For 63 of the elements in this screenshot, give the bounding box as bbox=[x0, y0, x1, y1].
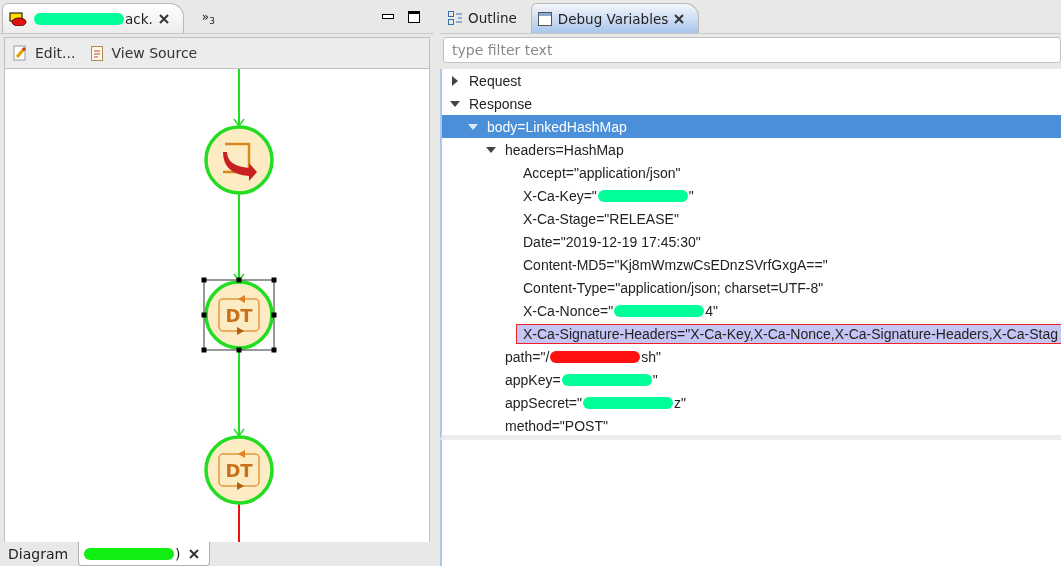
tree-row[interactable]: method="POST" bbox=[442, 414, 1061, 435]
maximize-icon[interactable] bbox=[408, 10, 420, 23]
edit-button[interactable]: Edit... bbox=[11, 43, 78, 63]
tree-row[interactable]: Accept="application/json" bbox=[442, 161, 1061, 184]
variable-text: path="/ bbox=[505, 348, 550, 365]
close-icon[interactable] bbox=[188, 548, 199, 559]
variable-text: Request bbox=[469, 72, 522, 89]
variable-text: X-Ca-Stage="RELEASE" bbox=[523, 210, 679, 227]
tree-row[interactable]: path="/ sh" bbox=[442, 345, 1061, 368]
filter-field[interactable]: type filter text bbox=[443, 37, 1061, 63]
connector-arrow bbox=[233, 69, 245, 128]
tree-row[interactable]: headers=HashMap bbox=[442, 138, 1061, 161]
tree-row[interactable]: Content-MD5="Kj8mWmzwCsEDnzSVrfGxgA==" bbox=[442, 253, 1061, 276]
variable-text: " bbox=[688, 187, 694, 204]
tree-row[interactable]: X-Ca-Key=" " bbox=[442, 184, 1061, 207]
collapse-arrow-icon[interactable] bbox=[450, 98, 460, 109]
pencil-page-icon bbox=[13, 45, 27, 61]
tab-title: ack. bbox=[125, 10, 153, 27]
variable-text: Date="2019-12-19 17:45:30" bbox=[523, 233, 701, 250]
view-source-button[interactable]: View Source bbox=[89, 43, 200, 63]
tab-label: Outline bbox=[468, 10, 517, 26]
variable-text: body=LinkedHashMap bbox=[487, 118, 627, 135]
diagram-tab[interactable]: ) bbox=[78, 542, 210, 566]
variable-text: headers=HashMap bbox=[505, 141, 624, 158]
tree-row[interactable]: Content-Type="application/json; charset=UTF-8" bbox=[442, 276, 1061, 299]
variable-text: X-Ca-Nonce=" bbox=[523, 302, 614, 319]
outline-icon bbox=[448, 11, 462, 25]
window-icon bbox=[537, 11, 552, 26]
variable-text: " bbox=[652, 371, 658, 388]
collapse-arrow-icon[interactable] bbox=[486, 144, 496, 155]
tab-title: ) bbox=[175, 545, 181, 562]
variable-text: Accept="application/json" bbox=[523, 164, 681, 181]
tab-title: Diagram bbox=[8, 546, 69, 562]
variable-text: X-Ca-Signature-Headers="X-Ca-Key,X-Ca-Nonce,X-Ca-Signature-Headers,X-Ca-Stag bbox=[523, 325, 1058, 342]
variable-text: sh" bbox=[641, 348, 662, 365]
tree-row[interactable]: appSecret=" z" bbox=[442, 391, 1061, 414]
tree-row[interactable]: Date="2019-12-19 17:45:30" bbox=[442, 230, 1061, 253]
close-icon[interactable] bbox=[158, 13, 169, 24]
tree-row[interactable]: Request bbox=[442, 69, 1061, 92]
tab-label: Debug Variables bbox=[557, 10, 669, 27]
variable-text: Content-Type="application/json; charset=UTF-8" bbox=[523, 279, 824, 296]
variable-text: method="POST" bbox=[505, 417, 608, 434]
close-icon[interactable] bbox=[674, 13, 685, 24]
variable-text: appSecret=" bbox=[505, 394, 582, 411]
tree-row[interactable]: appKey= " bbox=[442, 368, 1061, 391]
tree-row[interactable]: X-Ca-Stage="RELEASE" bbox=[442, 207, 1061, 230]
view-tab[interactable]: Debug Variables bbox=[530, 3, 700, 33]
loop-node[interactable] bbox=[204, 125, 274, 195]
variable-text: appKey= bbox=[505, 371, 561, 388]
expand-arrow-icon[interactable] bbox=[450, 75, 460, 86]
variable-text: 4" bbox=[705, 302, 718, 319]
editor-tab[interactable]: ack. bbox=[2, 3, 184, 33]
tree-row[interactable]: X-Ca-Nonce=" 4" bbox=[442, 299, 1061, 322]
variable-text: z" bbox=[673, 394, 686, 411]
tree-row[interactable]: Response bbox=[442, 92, 1061, 115]
variable-text: Content-MD5="Kj8mWmzwCsEDnzSVrfGxgA==" bbox=[523, 256, 828, 273]
diagram-tab[interactable]: Diagram bbox=[4, 542, 79, 566]
process-file-icon bbox=[9, 11, 27, 26]
view-tab[interactable]: Outline bbox=[442, 3, 531, 33]
document-icon bbox=[91, 45, 104, 61]
variable-text: Response bbox=[469, 95, 533, 112]
variable-text: X-Ca-Key=" bbox=[523, 187, 597, 204]
minimize-icon[interactable] bbox=[382, 13, 394, 20]
